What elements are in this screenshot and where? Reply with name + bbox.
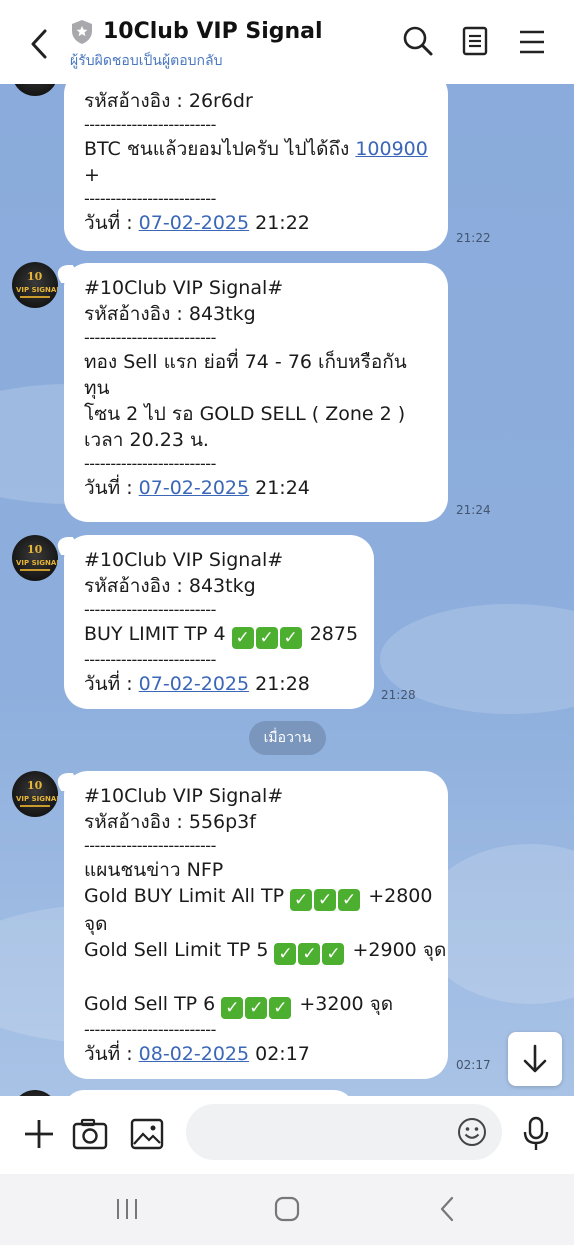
microphone-icon[interactable]	[518, 1116, 554, 1152]
message-body: ทอง Sell แรก ย่อที่ 74 - 76 เก็บหรือกัน	[84, 351, 407, 373]
message-bubble[interactable]: #10Club VIP Signal# รหัสอ้างอิง : 843tkg…	[50, 263, 448, 522]
home-icon[interactable]	[272, 1194, 302, 1224]
message-bubble[interactable]: รหัสอ้างอิง : 26r6dr -------------------…	[64, 84, 448, 251]
check-mark-icon: ✓	[290, 889, 313, 911]
check-mark-icon: ✓	[221, 997, 244, 1019]
separator-line: -------------------------	[84, 189, 216, 208]
check-mark-icon: ✓	[231, 627, 254, 649]
message-ref: รหัสอ้างอิง : 556p3f	[84, 811, 256, 833]
message-body: จุด	[84, 913, 108, 935]
date-link[interactable]: 07-02-2025	[139, 477, 249, 499]
plus-icon[interactable]	[21, 1116, 57, 1152]
avatar[interactable]: 10 VIP SIGNAL	[12, 535, 58, 581]
separator-line: -------------------------	[84, 454, 216, 473]
message-body: Gold Sell Limit TP 5 ✓ ✓ ✓ +2900 จุด	[84, 939, 447, 965]
message-date: วันที่ : 07-02-2025 21:22	[84, 212, 310, 234]
separator-line: -------------------------	[84, 600, 216, 619]
message-date: วันที่ : 08-02-2025 02:17	[84, 1043, 310, 1065]
chat-subtitle: ผู้รับผิดชอบเป็นผู้ตอบกลับ	[70, 53, 223, 69]
back-icon[interactable]	[433, 1194, 463, 1224]
message-date: วันที่ : 07-02-2025 21:24	[84, 477, 310, 499]
back-arrow-icon[interactable]	[22, 26, 58, 62]
check-mark-icon: ✓	[338, 889, 361, 911]
message-body: ทุน	[84, 377, 110, 399]
message-link[interactable]: 100900	[355, 138, 428, 160]
date-link[interactable]: 07-02-2025	[139, 673, 249, 695]
check-mark-icon: ✓	[322, 943, 345, 965]
camera-icon[interactable]	[72, 1116, 108, 1152]
check-mark-icon: ✓	[274, 943, 297, 965]
message-header: #10Club VIP Signal#	[84, 277, 284, 299]
message-ref: รหัสอ้างอิง : 843tkg	[84, 575, 256, 597]
message-body: Gold Sell TP 6 ✓ ✓ ✓ +3200 จุด	[84, 993, 394, 1019]
avatar[interactable]	[12, 84, 58, 96]
message-date: วันที่ : 07-02-2025 21:28	[84, 673, 310, 695]
message-body: BTC ชนแล้วยอมไปครับ ไปได้ถึง 100900	[84, 138, 428, 160]
check-mark-icon: ✓	[245, 997, 268, 1019]
message-input-bar	[0, 1096, 574, 1174]
message-body: BUY LIMIT TP 4 ✓ ✓ ✓ 2875	[84, 623, 359, 649]
message-body: Gold BUY Limit All TP ✓ ✓ ✓ +2800	[84, 885, 433, 911]
shield-icon	[72, 20, 92, 44]
menu-icon[interactable]	[515, 24, 549, 58]
scroll-to-bottom-button[interactable]	[508, 1032, 562, 1086]
separator-line: -------------------------	[84, 650, 216, 669]
date-link[interactable]: 08-02-2025	[139, 1043, 249, 1065]
image-icon[interactable]	[129, 1116, 165, 1152]
message-body: โซน 2 ไป รอ GOLD SELL ( Zone 2 )	[84, 403, 406, 425]
message-input[interactable]	[186, 1104, 502, 1160]
system-navigation-bar	[0, 1174, 574, 1245]
check-mark-icon: ✓	[298, 943, 321, 965]
chat-header: 10Club VIP Signal ผู้รับผิดชอบเป็นผู้ตอบ…	[0, 0, 574, 84]
search-icon[interactable]	[401, 24, 435, 58]
message-body: เวลา 20.23 น.	[84, 429, 209, 451]
check-mark-icon: ✓	[279, 627, 302, 649]
message-header: #10Club VIP Signal#	[84, 785, 284, 807]
message-time: 21:28	[381, 688, 416, 702]
check-mark-icon: ✓	[314, 889, 337, 911]
date-link[interactable]: 07-02-2025	[139, 212, 249, 234]
message-header: #10Club VIP Signal#	[84, 549, 284, 571]
separator-line: -------------------------	[84, 1020, 216, 1039]
emoji-icon[interactable]	[456, 1116, 488, 1148]
message-time: 21:24	[456, 503, 491, 517]
check-mark-icon: ✓	[269, 997, 292, 1019]
message-body: +	[84, 164, 100, 186]
message-bubble[interactable]: #10Club VIP Signal# รหัสอ้างอิง : 843tkg…	[50, 535, 374, 709]
avatar[interactable]: 10 VIP SIGNAL	[12, 771, 58, 817]
note-icon[interactable]	[458, 24, 492, 58]
chat-area[interactable]: รหัสอ้างอิง : 26r6dr -------------------…	[0, 84, 574, 1096]
check-mark-icon: ✓	[255, 627, 278, 649]
separator-line: -------------------------	[84, 836, 216, 855]
message-time: 21:22	[456, 231, 491, 245]
message-ref: รหัสอ้างอิง : 843tkg	[84, 303, 256, 325]
message-ref: รหัสอ้างอิง : 26r6dr	[84, 90, 253, 112]
message-body: แผนชนข่าว NFP	[84, 859, 224, 881]
avatar[interactable]: 10 VIP SIGNAL	[12, 262, 58, 308]
arrow-down-icon	[523, 1044, 547, 1073]
separator-line: -------------------------	[84, 115, 216, 134]
message-bubble[interactable]: #10Club VIP Signal# รหัสอ้างอิง : 556p3f…	[50, 771, 448, 1079]
separator-line: -------------------------	[84, 328, 216, 347]
message-time: 02:17	[456, 1058, 491, 1072]
chat-title: 10Club VIP Signal	[103, 19, 323, 44]
recent-apps-icon[interactable]	[112, 1194, 142, 1224]
date-separator: เมื่อวาน	[249, 721, 326, 755]
